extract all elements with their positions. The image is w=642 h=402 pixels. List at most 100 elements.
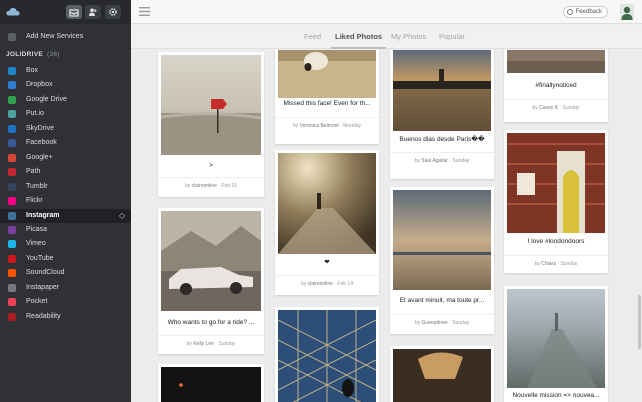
sidebar-item-dropbox[interactable]: Dropbox [0,78,131,92]
readability-icon [8,312,16,321]
photo-author[interactable]: Chiara [541,261,556,267]
sidebar-item-readability[interactable]: Readability [0,310,131,324]
dog-image [278,50,376,98]
vimeo-icon [8,240,16,249]
path-icon [8,168,16,177]
photo-thumbnail [507,289,605,388]
photo-thumbnail [278,153,376,254]
tab-liked-photos[interactable]: Liked Photos [330,25,387,49]
photo-card[interactable] [275,307,379,402]
sidebar-item-skydrive[interactable]: SkyDrive [0,122,131,136]
beach-sign-image [161,55,261,155]
photo-date: Sunday [218,341,236,347]
louvre-pyramid-image [278,310,376,402]
sidebar-item-instagram[interactable]: Instagram ◇ [0,208,131,223]
night-light-image [179,383,183,387]
active-indicator-icon: ◇ [118,210,125,220]
photo-caption: ❤ [324,259,330,266]
instagram-icon [8,211,16,220]
sidebar-item-vimeo[interactable]: Vimeo [0,237,131,251]
photo-card[interactable]: ❤ by claireonline · Feb 14 [275,150,379,295]
photo-meta: by Saul Aguilar · Sunday [390,152,494,164]
contacts-tab-button[interactable] [85,5,101,19]
photo-card[interactable]: > by claireonline · Feb 15 [158,52,264,197]
sea-horizon-image [393,190,491,290]
tab-my-photos[interactable]: My Photos [391,25,426,49]
photo-card[interactable]: Et avant minuit, ma toute pr... by Gueep… [390,187,494,334]
sidebar-item-label: Tumblr [26,182,48,190]
scrollbar[interactable] [638,295,641,349]
photo-card[interactable]: Nouvelle mission => nouvea... [504,286,608,402]
photo-meta: by Gueepibree · Sunday [390,314,494,326]
photo-meta: by Kelly Lee · Sunday [158,335,264,347]
tumblr-icon [8,182,16,191]
sidebar-item-tumblr[interactable]: Tumblr [0,180,131,194]
photo-author[interactable]: Veronica Belmont [300,123,339,129]
photo-thumbnail [161,367,261,402]
sidebar-item-label: Box [26,67,39,74]
sidebar-item-facebook[interactable]: Facebook [0,136,131,150]
sidebar-header [0,0,131,24]
photo-caption: Et avant minuit, ma toute pr... [399,297,485,304]
photo-card[interactable] [390,346,494,402]
photo-thumbnail [393,349,491,402]
photo-card[interactable]: I love #londondoors by Chiara · Sunday [504,130,608,273]
sidebar-item-instapaper[interactable]: Instapaper [0,281,131,295]
photo-author[interactable]: claireonline [308,281,333,287]
user-avatar[interactable] [620,4,634,20]
photo-caption: Missed this face! Even for th... [283,100,371,107]
services-tab-button[interactable] [66,5,82,19]
flickr-icon [8,197,16,206]
sidebar-item-soundcloud[interactable]: SoundCloud [0,266,131,280]
photo-author[interactable]: Saul Aguilar [421,158,448,164]
sidebar-item-picasa[interactable]: Picasa [0,223,131,237]
photo-card[interactable]: #finallynoticed by Casey K · Sunday [504,50,608,122]
photo-thumbnail [393,190,491,290]
sidebar-item-label: Instapaper [26,283,60,291]
photo-thumbnail [161,55,261,155]
photo-meta: by Chiara · Sunday [504,255,608,267]
plus-icon [8,33,16,41]
photo-date: Feb 15 [221,183,237,189]
add-services-button[interactable]: Add New Services [0,30,131,44]
photo-meta: by Veronica Belmont · Monday [275,117,379,129]
tab-popular[interactable]: Popular [439,25,465,49]
hamburger-menu-icon[interactable] [139,7,150,16]
photo-author[interactable]: Gueepibree [422,320,448,326]
photo-date: Feb 14 [337,281,353,287]
box-icon [8,67,16,75]
instapaper-icon [8,283,16,292]
sidebar-item-label: Dropbox [26,81,53,89]
photo-card[interactable]: Missed this face! Even for th... by Vero… [275,50,379,144]
sidebar-item-google-drive[interactable]: Google Drive [0,93,131,107]
group-name: JOLIDRIVE [6,51,44,58]
sunlit-path-image [278,153,376,254]
sidebar-item-label: Google Drive [26,95,67,103]
photo-author[interactable]: claireonline [192,183,217,189]
sidebar-item-google[interactable]: Google+ [0,151,131,165]
sidebar-item-box[interactable]: Box [0,64,131,78]
photo-date: Sunday [452,320,470,326]
feedback-icon [566,9,573,15]
sidebar-item-path[interactable]: Path [0,165,131,179]
sidebar-item-youtube[interactable]: YouTube [0,252,131,266]
avatar-icon [621,6,633,20]
sidebar-item-pocket[interactable]: Pocket [0,295,131,309]
settings-tab-button[interactable] [105,5,121,19]
feedback-button[interactable]: Feedback [562,6,608,18]
photo-caption: > [209,162,213,169]
sidebar-item-put-io[interactable]: Put.io [0,107,131,121]
photo-card[interactable]: Who wants to go for a ride? ... by Kelly… [158,208,264,354]
feed-tabs: Feed Liked Photos My Photos Popular [131,25,642,49]
photo-author[interactable]: Kelly Lee [193,341,214,347]
sidebar-item-flickr[interactable]: Flickr [0,194,131,208]
sidebar-item-label: Google+ [26,153,53,161]
sidebar-item-label: Pocket [26,298,48,306]
photo-card[interactable]: Buenos dias desde Paris�� by Saul Aguila… [390,50,494,179]
paris-river-image [393,50,491,131]
photo-author[interactable]: Casey K [539,105,558,111]
photo-card[interactable] [158,364,264,402]
photo-meta: by Casey K · Sunday [504,99,608,111]
google-icon [8,153,16,162]
tab-feed[interactable]: Feed [304,25,321,49]
